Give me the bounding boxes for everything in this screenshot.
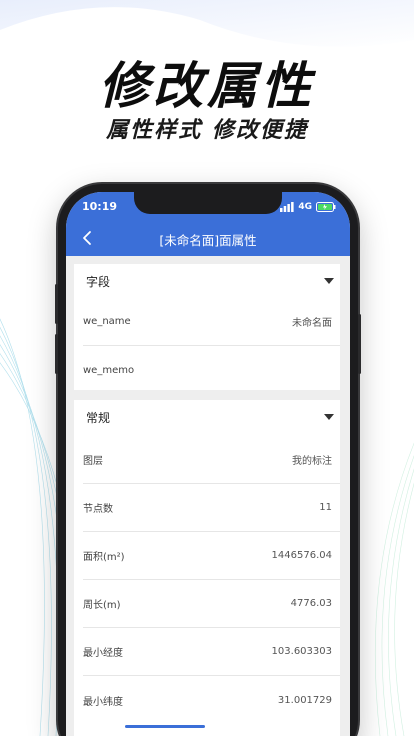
general-section: 常规 图层 我的标注 节点数 11 面积(m²) 1446576.04 周长(m…: [74, 400, 340, 736]
status-indicators: 4G: [280, 201, 336, 213]
property-value: 我的标注: [292, 456, 332, 467]
network-label: 4G: [298, 202, 312, 212]
caret-down-icon[interactable]: [324, 278, 334, 284]
property-value: 1446576.04: [271, 550, 332, 561]
fields-section-header[interactable]: 字段: [86, 264, 336, 298]
field-row-we-memo[interactable]: we_memo: [83, 346, 340, 394]
volume-button: [55, 334, 58, 374]
property-key: 面积(m²): [83, 552, 125, 563]
general-section-header[interactable]: 常规: [86, 400, 336, 434]
general-row-layer[interactable]: 图层 我的标注: [83, 436, 340, 484]
general-row-perimeter[interactable]: 周长(m) 4776.03: [83, 580, 340, 628]
field-value: 未命名面: [292, 318, 332, 329]
property-key: 图层: [83, 456, 103, 467]
general-row-min-latitude[interactable]: 最小纬度 31.001729: [83, 676, 340, 724]
phone-notch: [134, 192, 282, 214]
fields-section-title: 字段: [86, 274, 111, 289]
status-time: 10:19: [82, 200, 118, 213]
promo-title: 修改属性: [99, 57, 315, 115]
promo-subtitle: 属性样式 修改便捷: [106, 118, 308, 143]
property-key: 周长(m): [83, 600, 121, 611]
property-key: 节点数: [83, 504, 113, 515]
general-row-area[interactable]: 面积(m²) 1446576.04: [83, 532, 340, 580]
property-value: 11: [319, 502, 332, 513]
field-key: we_name: [83, 316, 131, 327]
property-value: 31.001729: [277, 694, 332, 706]
signal-icon: [280, 202, 294, 212]
phone-screen: 10:19 4G [未命名面]面属性 字段 we_name 未命名面 we_me…: [66, 192, 350, 736]
property-value: 4776.03: [290, 598, 332, 609]
property-key: 最小经度: [83, 648, 123, 659]
field-row-we-name[interactable]: we_name 未命名面: [83, 298, 340, 346]
page-title: [未命名面]面属性: [159, 233, 257, 248]
home-indicator: [125, 725, 205, 728]
general-row-node-count[interactable]: 节点数 11: [83, 484, 340, 532]
property-key: 最小纬度: [83, 696, 123, 708]
property-value: 103.603303: [271, 646, 332, 657]
battery-icon: [316, 202, 336, 212]
field-key: we_memo: [83, 364, 135, 376]
fields-section: 字段 we_name 未命名面 we_memo: [74, 264, 340, 390]
power-button: [358, 314, 361, 374]
phone-frame: 10:19 4G [未命名面]面属性 字段 we_name 未命名面 we_me…: [55, 184, 361, 736]
general-section-title: 常规: [86, 410, 111, 425]
caret-down-icon[interactable]: [324, 414, 334, 420]
volume-button: [55, 284, 58, 324]
app-bar: 10:19 4G [未命名面]面属性: [66, 192, 350, 256]
general-row-min-longitude[interactable]: 最小经度 103.603303: [83, 628, 340, 676]
